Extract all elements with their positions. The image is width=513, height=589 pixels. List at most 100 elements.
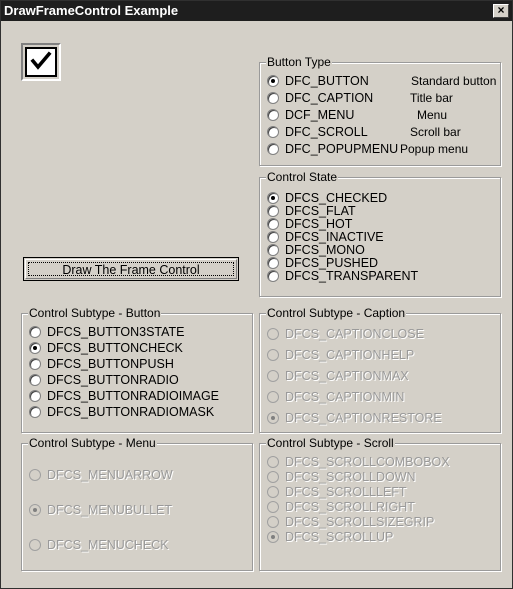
radio-label: DFCS_SCROLLLEFT [285, 485, 407, 499]
radio-label: DFCS_BUTTONPUSH [47, 357, 174, 371]
radio-label: DFCS_MENUCHECK [47, 538, 169, 552]
radio-label: DFCS_CAPTIONMIN [285, 390, 405, 404]
radio-label: DFCS_SCROLLRIGHT [285, 500, 415, 514]
radio-dfcs-buttoncheck[interactable]: DFCS_BUTTONCHECK [29, 340, 183, 356]
radio-dfcs-captionhelp: DFCS_CAPTIONHELP [267, 347, 414, 363]
description-dfc-button: Standard button [411, 74, 497, 88]
radio-button-icon[interactable] [267, 143, 279, 155]
radio-dcf-menu[interactable]: DCF_MENU [267, 107, 354, 123]
radio-button-icon[interactable] [29, 374, 41, 386]
radio-label: DFCS_SCROLLCOMBOBOX [285, 455, 450, 469]
description-dfc-popupmenu: Popup menu [400, 142, 469, 156]
radio-button-icon[interactable] [267, 109, 279, 121]
radio-label: DFCS_BUTTONRADIOIMAGE [47, 389, 220, 403]
radio-dfcs-menuarrow: DFCS_MENUARROW [29, 467, 173, 483]
radio-dfcs-scrollright: DFCS_SCROLLRIGHT [267, 499, 415, 515]
group-title-control-state: Control State [266, 170, 339, 184]
radio-dfcs-scrolldown: DFCS_SCROLLDOWN [267, 469, 416, 485]
draw-frame-control-button[interactable]: Draw The Frame Control [23, 257, 239, 281]
group-control-subtype-button: Control Subtype - Button DFCS_BUTTON3STA… [21, 306, 253, 433]
radio-dfcs-scrollsizegrip: DFCS_SCROLLSIZEGRIP [267, 514, 434, 530]
group-control-state: Control State DFCS_CHECKED DFCS_FLAT DFCS_… [259, 170, 501, 297]
radio-button-icon [267, 486, 279, 498]
radio-dfcs-captionclose: DFCS_CAPTIONCLOSE [267, 326, 424, 342]
group-control-subtype-caption: Control Subtype - Caption DFCS_CAPTIONCL… [259, 306, 501, 433]
radio-button-icon [267, 370, 279, 382]
radio-label: DFCS_BUTTON3STATE [47, 325, 185, 339]
checkmark-icon [30, 51, 52, 70]
close-button[interactable]: × [493, 4, 509, 18]
dialog-body: Draw The Frame Control Button Type DFC_B… [1, 21, 512, 588]
draw-button-label: Draw The Frame Control [28, 262, 234, 277]
radio-dfcs-buttonpush[interactable]: DFCS_BUTTONPUSH [29, 356, 174, 372]
group-title-subtype-caption: Control Subtype - Caption [266, 306, 407, 320]
radio-label: DFCS_CAPTIONMAX [285, 369, 409, 383]
radio-button-icon [267, 531, 279, 543]
radio-label: DFCS_BUTTONCHECK [47, 341, 183, 355]
radio-button-icon [267, 501, 279, 513]
description-dfc-caption: Title bar [410, 91, 453, 105]
radio-label: DFCS_CAPTIONCLOSE [285, 327, 424, 341]
radio-dfcs-scrollup: DFCS_SCROLLUP [267, 529, 393, 545]
radio-dfcs-transparent[interactable]: DFCS_TRANSPARENT [267, 268, 418, 284]
radio-label: DFCS_BUTTONRADIOMASK [47, 405, 215, 419]
radio-dfcs-buttonradioimage[interactable]: DFCS_BUTTONRADIOIMAGE [29, 388, 219, 404]
radio-dfc-caption[interactable]: DFC_CAPTION [267, 90, 373, 106]
radio-label: DFC_BUTTON [285, 74, 369, 88]
radio-button-icon[interactable] [267, 75, 279, 87]
group-title-subtype-menu: Control Subtype - Menu [28, 436, 157, 450]
radio-dfcs-captionmax: DFCS_CAPTIONMAX [267, 368, 409, 384]
radio-dfc-button[interactable]: DFC_BUTTON [267, 73, 369, 89]
radio-button-icon[interactable] [267, 92, 279, 104]
group-title-subtype-button: Control Subtype - Button [28, 306, 162, 320]
radio-label: DFCS_CAPTIONRESTORE [285, 411, 442, 425]
group-title-subtype-scroll: Control Subtype - Scroll [266, 436, 395, 450]
group-control-subtype-scroll: Control Subtype - Scroll DFCS_SCROLLCOMB… [259, 436, 501, 571]
radio-button-icon[interactable] [267, 126, 279, 138]
radio-dfcs-buttonradiomask[interactable]: DFCS_BUTTONRADIOMASK [29, 404, 214, 420]
radio-dfc-scroll[interactable]: DFC_SCROLL [267, 124, 368, 140]
radio-label: DFCS_SCROLLUP [285, 530, 394, 544]
radio-button-icon[interactable] [29, 390, 41, 402]
window-title: DrawFrameControl Example [4, 3, 179, 18]
radio-label: DCF_MENU [285, 108, 355, 122]
frame-control-preview [21, 43, 61, 81]
radio-dfcs-button3state[interactable]: DFCS_BUTTON3STATE [29, 324, 185, 340]
radio-button-icon [29, 469, 41, 481]
radio-dfcs-menucheck: DFCS_MENUCHECK [29, 537, 169, 553]
radio-label: DFCS_SCROLLDOWN [285, 470, 416, 484]
radio-button-icon[interactable] [29, 358, 41, 370]
radio-button-icon [267, 471, 279, 483]
radio-dfcs-captionmin: DFCS_CAPTIONMIN [267, 389, 404, 405]
radio-label: DFC_SCROLL [285, 125, 368, 139]
radio-label: DFC_CAPTION [285, 91, 374, 105]
radio-button-icon[interactable] [29, 342, 41, 354]
app-window: DrawFrameControl Example × Draw The Fram… [0, 0, 513, 589]
radio-label: DFCS_TRANSPARENT [285, 269, 419, 283]
title-bar: DrawFrameControl Example × [1, 1, 512, 21]
group-button-type: Button Type DFC_BUTTON Standard button DFC… [259, 55, 501, 166]
radio-dfcs-captionrestore: DFCS_CAPTIONRESTORE [267, 410, 442, 426]
radio-dfc-popupmenu[interactable]: DFC_POPUPMENU [267, 141, 398, 157]
radio-dfcs-buttonradio[interactable]: DFCS_BUTTONRADIO [29, 372, 179, 388]
radio-button-icon [29, 539, 41, 551]
radio-label: DFCS_MENUARROW [47, 468, 173, 482]
radio-label: DFCS_BUTTONRADIO [47, 373, 179, 387]
radio-button-icon[interactable] [29, 326, 41, 338]
radio-button-icon [267, 412, 279, 424]
radio-button-icon [267, 328, 279, 340]
group-title-button-type: Button Type [266, 55, 332, 69]
radio-label: DFCS_SCROLLSIZEGRIP [285, 515, 435, 529]
radio-button-icon[interactable] [29, 406, 41, 418]
radio-dfcs-menubullet: DFCS_MENUBULLET [29, 502, 172, 518]
radio-dfcs-scrollleft: DFCS_SCROLLLEFT [267, 484, 407, 500]
radio-button-icon [267, 391, 279, 403]
radio-button-icon[interactable] [267, 270, 279, 282]
group-control-subtype-menu: Control Subtype - Menu DFCS_MENUARROW DFC… [21, 436, 253, 571]
radio-label: DFC_POPUPMENU [285, 142, 399, 156]
description-dcf-menu: Menu [417, 108, 448, 122]
radio-button-icon [267, 349, 279, 361]
radio-button-icon [29, 504, 41, 516]
preview-checkbox [25, 47, 57, 77]
radio-label: DFCS_CAPTIONHELP [285, 348, 415, 362]
